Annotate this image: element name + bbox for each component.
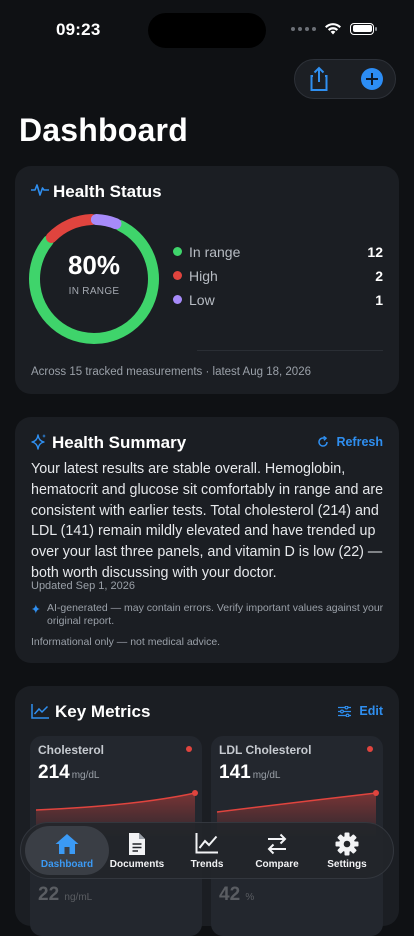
partial-metric-value: 42 % — [219, 884, 255, 905]
share-icon[interactable] — [305, 65, 333, 93]
refresh-icon — [318, 436, 329, 447]
in-range-dot — [173, 247, 182, 256]
tab-bar: Dashboard Documents Trends Compare Setti… — [20, 822, 394, 879]
health-summary-card: Health Summary Refresh Your latest resul… — [15, 417, 399, 663]
pulse-icon — [31, 184, 49, 196]
ai-disclaimer: AI-generated — may contain errors. Verif… — [47, 602, 384, 627]
wifi-icon — [325, 23, 341, 35]
metric-status-dot — [367, 746, 373, 752]
document-icon — [129, 833, 145, 855]
page-title: Dashboard — [19, 112, 188, 148]
dynamic-island — [148, 13, 266, 48]
summary-text: Your latest results are stable overall. … — [31, 461, 384, 581]
chart-icon — [31, 704, 49, 719]
divider — [197, 350, 383, 351]
refresh-button[interactable]: Refresh — [317, 435, 383, 449]
health-status-card[interactable]: Health Status 80% IN RANGE In range 12 H… — [15, 166, 399, 394]
status-time: 09:23 — [56, 20, 101, 39]
key-metrics-title: Key Metrics — [55, 702, 151, 721]
partial-metric-value: 22 ng/mL — [38, 884, 93, 905]
tab-trends[interactable]: Trends — [171, 823, 243, 878]
legend-low: Low 1 — [173, 290, 385, 310]
legend-in-range: In range 12 — [173, 242, 385, 262]
header-actions — [294, 59, 396, 99]
donut-segment-high — [45, 214, 98, 243]
in-range-caption: IN RANGE — [68, 286, 120, 297]
metric-status-dot — [186, 746, 192, 752]
status-indicators — [291, 22, 377, 35]
gear-icon — [335, 832, 359, 856]
legend-high: High 2 — [173, 266, 385, 286]
cellular-signal-icon — [291, 26, 316, 31]
home-icon — [55, 834, 79, 854]
medical-disclaimer: Informational only — not medical advice. — [31, 636, 221, 648]
tab-dashboard[interactable]: Dashboard — [25, 826, 109, 875]
add-icon[interactable] — [361, 68, 383, 90]
in-range-percent: 80% — [67, 250, 121, 280]
tab-compare[interactable]: Compare — [241, 823, 313, 878]
sparkle-icon — [31, 434, 46, 450]
donut-segment-low — [90, 214, 122, 230]
metric-value: 141 mg/dL — [219, 762, 281, 783]
trend-icon — [195, 833, 218, 854]
metric-value: 214 mg/dL — [38, 762, 100, 783]
low-dot — [173, 295, 182, 304]
status-footer: Across 15 tracked measurements · latest … — [31, 366, 311, 378]
health-summary-title: Health Summary — [52, 433, 187, 452]
edit-button[interactable]: Edit — [338, 704, 383, 718]
battery-icon — [350, 22, 377, 35]
metric-name: LDL Cholesterol — [219, 743, 312, 757]
summary-updated: Updated Sep 1, 2026 — [31, 580, 135, 592]
ai-sparkle-icon — [31, 604, 40, 614]
refresh-label: Refresh — [336, 435, 383, 449]
metric-name: Cholesterol — [38, 743, 105, 757]
tab-documents[interactable]: Documents — [101, 823, 173, 878]
status-bar: 09:23 — [0, 0, 414, 60]
tab-settings[interactable]: Settings — [311, 823, 383, 878]
health-status-title: Health Status — [53, 182, 162, 201]
compare-arrows-icon — [267, 833, 287, 855]
sliders-icon — [338, 705, 352, 717]
edit-label: Edit — [359, 704, 383, 718]
high-dot — [173, 271, 182, 280]
